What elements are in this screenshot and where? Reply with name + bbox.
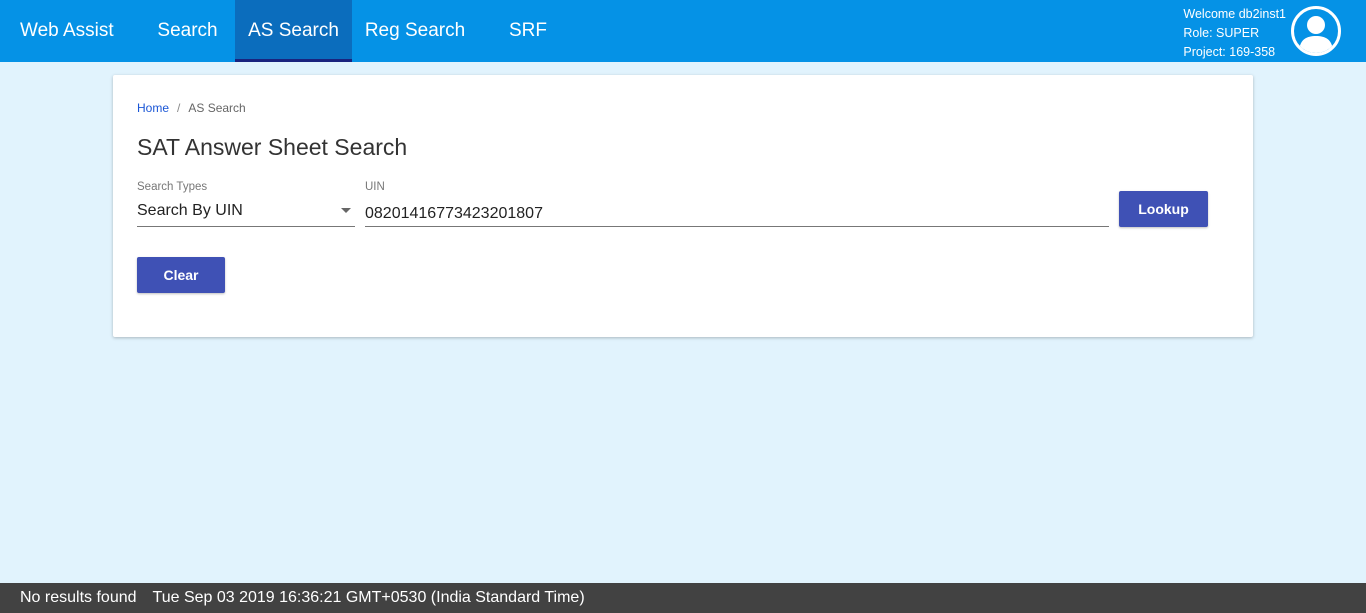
role-text: Role: SUPER: [1183, 26, 1260, 40]
chevron-down-icon: [341, 208, 351, 213]
search-card: Home / AS Search SAT Answer Sheet Search S…: [113, 75, 1253, 337]
top-navbar: Web Assist Search AS Search Reg Search S…: [0, 0, 1366, 62]
nav-srf[interactable]: SRF: [478, 0, 578, 62]
search-types-select[interactable]: Search By UIN: [137, 199, 355, 227]
search-types-value: Search By UIN: [137, 202, 243, 219]
nav-search[interactable]: Search: [140, 0, 235, 62]
nav-reg-search[interactable]: Reg Search: [352, 0, 478, 62]
status-timestamp: Tue Sep 03 2019 16:36:21 GMT+0530 (India…: [152, 589, 585, 606]
breadcrumb-separator: /: [177, 101, 181, 115]
breadcrumb-home-link[interactable]: Home: [137, 101, 169, 115]
status-bar: No results found Tue Sep 03 2019 16:36:2…: [0, 583, 1366, 613]
brand-title[interactable]: Web Assist: [0, 0, 140, 62]
user-silhouette-icon: [1299, 16, 1333, 53]
page-title: SAT Answer Sheet Search: [137, 134, 408, 160]
clear-button[interactable]: Clear: [137, 257, 225, 293]
uin-input[interactable]: [365, 199, 1109, 227]
uin-label: UIN: [365, 181, 385, 193]
status-message: No results found: [20, 589, 137, 606]
nav-as-search[interactable]: AS Search: [235, 0, 352, 62]
breadcrumb-current: AS Search: [188, 101, 246, 115]
project-text: Project: 169-358: [1183, 45, 1276, 59]
user-info: Welcome db2inst1 Role: SUPER Project: 16…: [1183, 5, 1286, 62]
breadcrumb: Home / AS Search: [137, 101, 246, 115]
search-types-label: Search Types: [137, 181, 208, 193]
user-avatar-icon[interactable]: [1291, 6, 1341, 56]
lookup-button[interactable]: Lookup: [1119, 191, 1208, 227]
welcome-text: Welcome db2inst1: [1183, 7, 1286, 21]
